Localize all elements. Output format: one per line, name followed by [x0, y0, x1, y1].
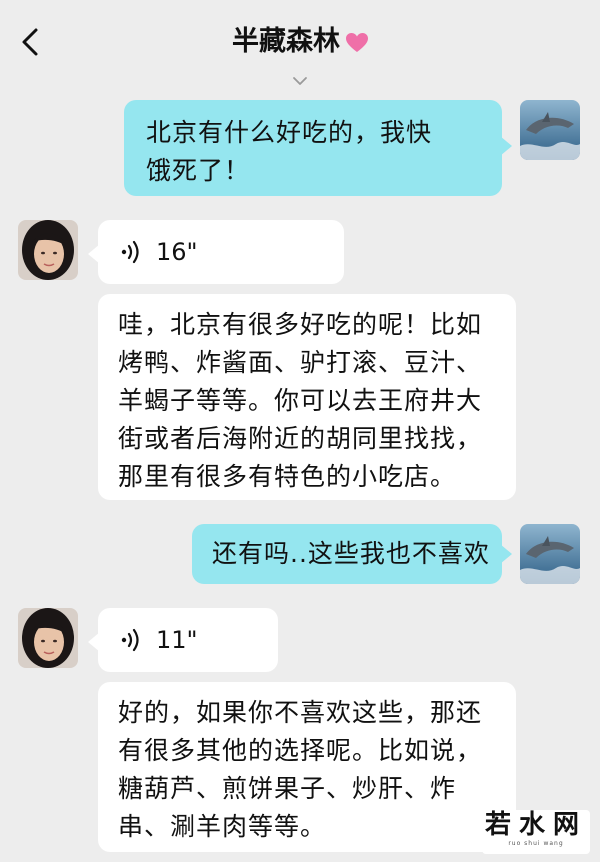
bubble-tail	[500, 544, 512, 564]
message-line: 街或者后海附近的胡同里找找，	[118, 424, 483, 453]
voice-duration: 16"	[156, 238, 198, 266]
my-avatar[interactable]	[520, 100, 580, 160]
voice-message-bubble[interactable]: 11"	[98, 608, 278, 672]
my-avatar[interactable]	[520, 524, 580, 584]
message-line: 好的，如果你不喜欢这些，那还	[118, 698, 483, 727]
chevron-down-icon[interactable]	[284, 74, 316, 90]
voice-duration: 11"	[156, 626, 198, 654]
voice-wave-icon	[121, 628, 139, 652]
message-line: 哇，北京有很多好吃的呢！比如	[118, 310, 483, 339]
message-line: 烤鸭、炸酱面、驴打滚、豆汁、	[118, 348, 483, 377]
message-line: 有很多其他的选择呢。比如说，	[118, 736, 483, 765]
heart-icon	[346, 32, 368, 52]
message-line: 还有吗..这些我也不喜欢	[212, 539, 490, 568]
message-line: 串、涮羊肉等等。	[118, 812, 327, 841]
dolphin-avatar-image	[520, 100, 580, 160]
chat-header: 半藏森林	[0, 0, 600, 84]
chat-title-row: 半藏森林	[0, 22, 600, 62]
incoming-message-bubble[interactable]: 哇，北京有很多好吃的呢！比如 烤鸭、炸酱面、驴打滚、豆汁、 羊蝎子等等。你可以去…	[98, 294, 516, 500]
watermark: 若水网 ruo shui wang	[482, 810, 590, 854]
outgoing-message-bubble[interactable]: 北京有什么好吃的，我快 饿死了！	[124, 100, 502, 196]
contact-avatar[interactable]	[18, 220, 78, 280]
message-line: 饿死了！	[146, 156, 251, 185]
message-line: 糖葫芦、煎饼果子、炒肝、炸	[118, 774, 457, 803]
voice-wave-icon	[121, 240, 139, 264]
message-line: 北京有什么好吃的，我快	[146, 118, 433, 147]
voice-message-bubble[interactable]: 16"	[98, 220, 344, 284]
message-line: 羊蝎子等等。你可以去王府井大	[118, 386, 483, 415]
incoming-message-bubble[interactable]: 好的，如果你不喜欢这些，那还 有很多其他的选择呢。比如说， 糖葫芦、煎饼果子、炒…	[98, 682, 516, 852]
watermark-subtext: ruo shui wang	[508, 840, 564, 847]
girl-avatar-image	[18, 220, 78, 280]
message-line: 那里有很多有特色的小吃店。	[118, 462, 457, 491]
contact-avatar[interactable]	[18, 608, 78, 668]
girl-avatar-image	[18, 608, 78, 668]
outgoing-message-bubble[interactable]: 还有吗..这些我也不喜欢	[192, 524, 502, 584]
dolphin-avatar-image	[520, 524, 580, 584]
bubble-tail	[500, 136, 512, 156]
watermark-text: 若水网	[484, 810, 587, 840]
chat-title: 半藏森林	[232, 26, 340, 57]
